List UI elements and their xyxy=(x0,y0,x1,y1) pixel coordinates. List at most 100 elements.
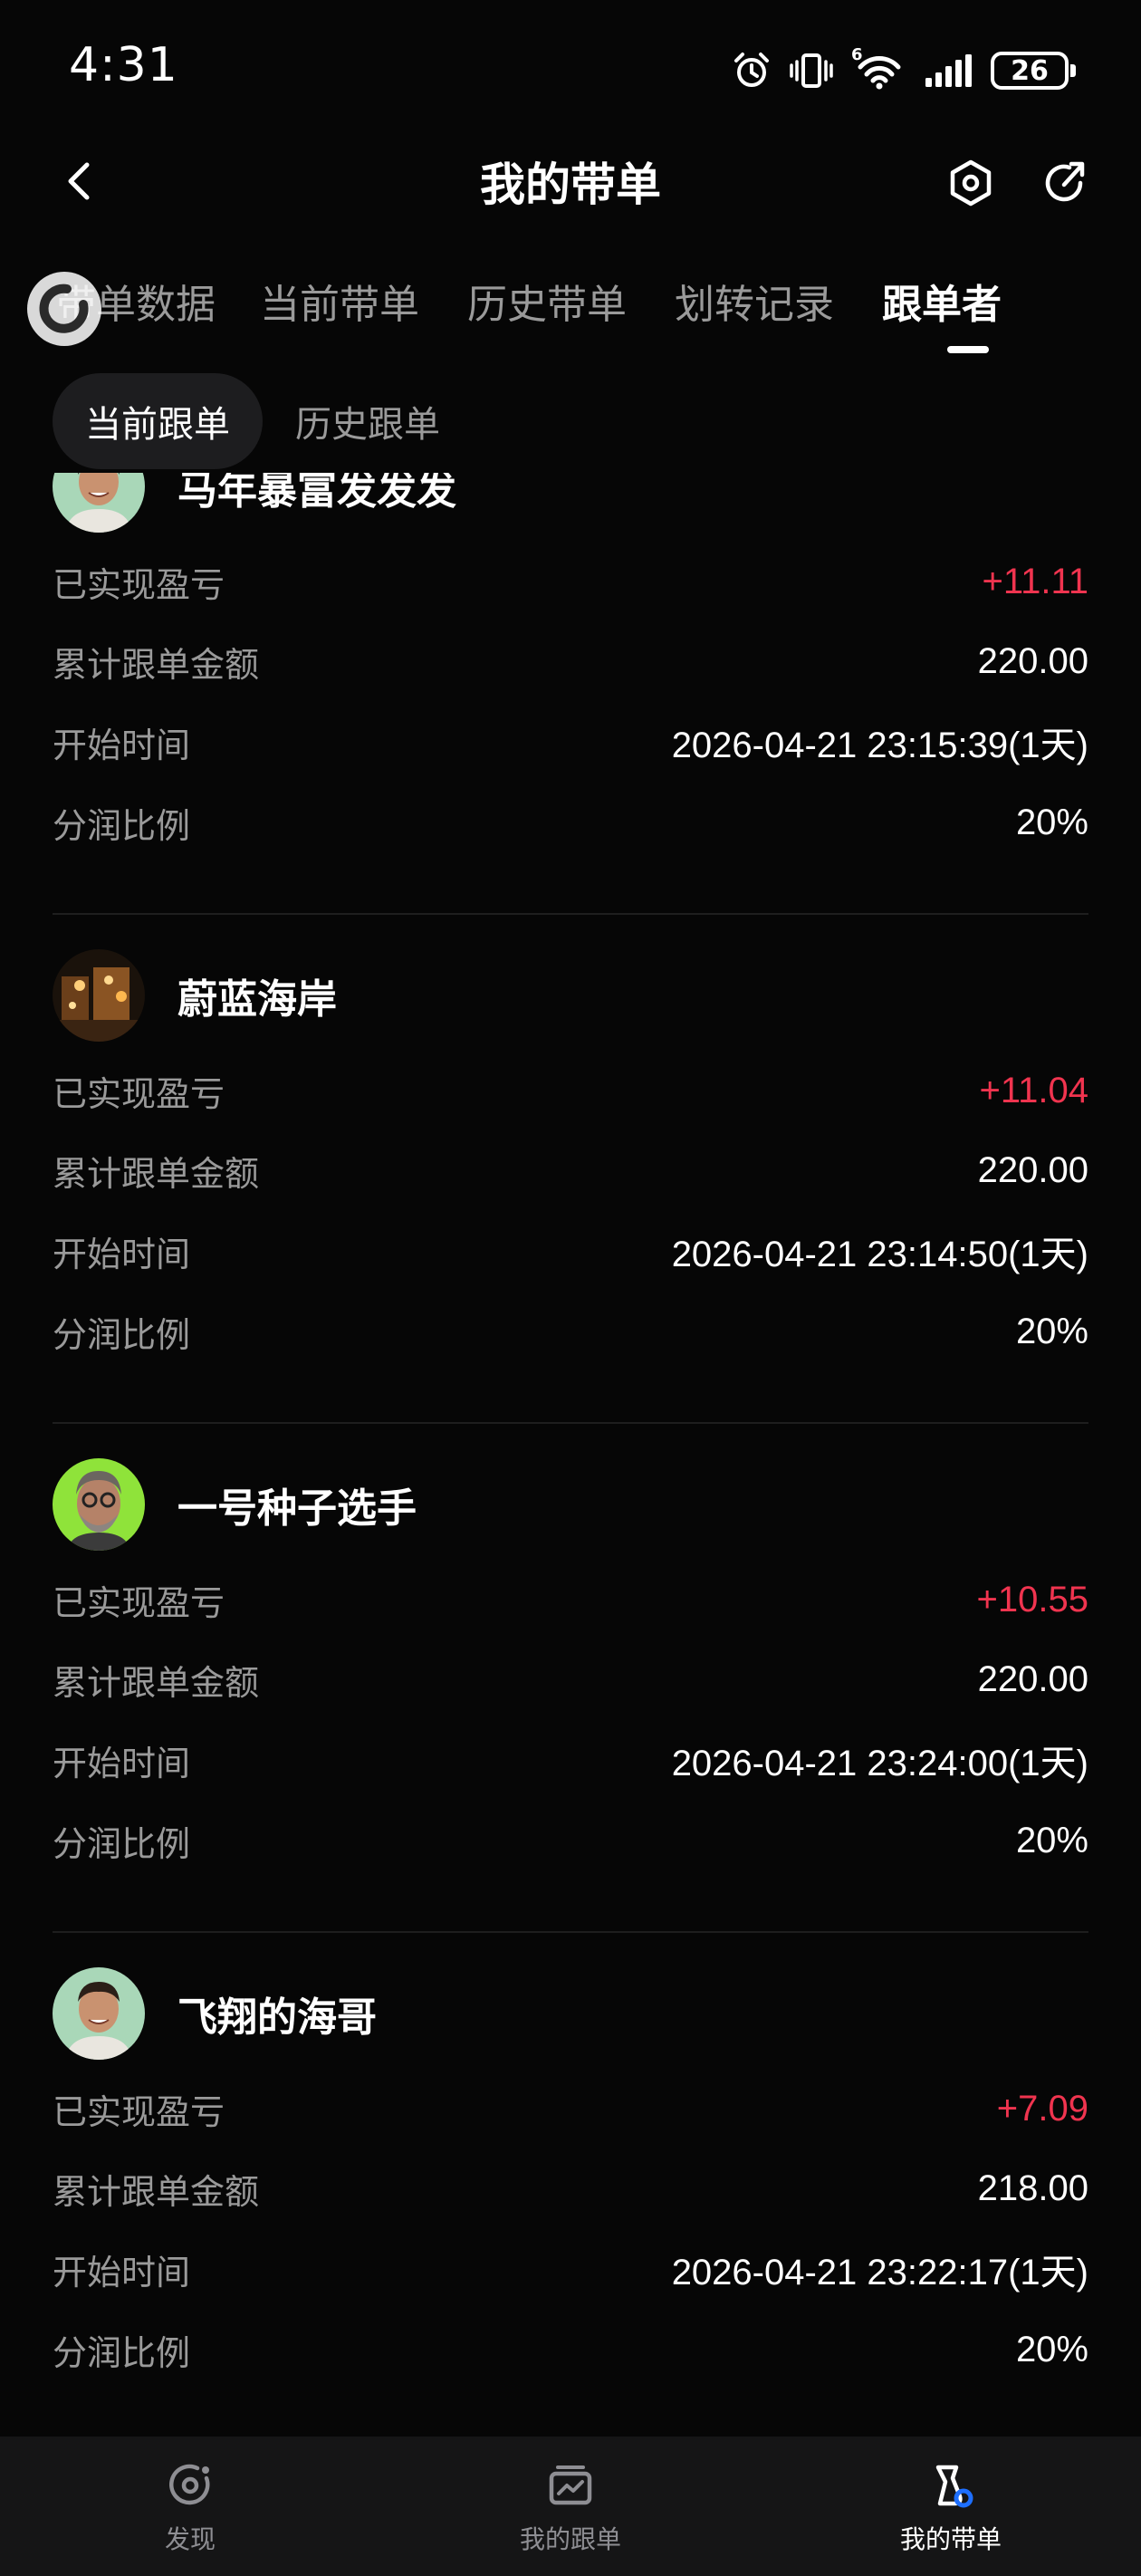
discover-icon xyxy=(169,2464,210,2505)
follower-avatar xyxy=(53,473,145,533)
start-time-label: 开始时间 xyxy=(53,1743,191,1783)
bottom-nav-label: 我的带单 xyxy=(899,2524,1002,2554)
follower-name: 一号种子选手 xyxy=(177,1485,417,1532)
tab-history-leads[interactable]: 历史带单 xyxy=(467,272,627,330)
realized-pnl-row: 已实现盈亏 +11.11 xyxy=(53,554,1088,609)
header-bar: 我的带单 xyxy=(0,136,1141,226)
follower-name: 蔚蓝海岸 xyxy=(177,976,337,1023)
share-ratio-label: 分润比例 xyxy=(53,1823,191,1864)
total-amount-row: 累计跟单金额 220.00 xyxy=(53,1652,1088,1706)
start-time-value: 2026-04-21 23:24:00(1天) xyxy=(671,1744,1088,1783)
tab-transfer-records[interactable]: 划转记录 xyxy=(675,272,834,330)
bottom-nav-label: 发现 xyxy=(164,2524,216,2554)
realized-pnl-row: 已实现盈亏 +7.09 xyxy=(53,2081,1088,2136)
tab-current-leads[interactable]: 当前带单 xyxy=(260,272,419,330)
total-amount-label: 累计跟单金额 xyxy=(53,2171,260,2212)
follower-header: 马年暴富发发发 xyxy=(53,473,1088,533)
loading-icon xyxy=(39,284,89,333)
share-ratio-value: 20% xyxy=(1015,1311,1088,1351)
alarm-icon xyxy=(734,53,769,87)
start-time-row: 开始时间 2026-04-21 23:15:39(1天) xyxy=(53,715,1088,769)
card-divider xyxy=(53,1931,1088,1933)
follower-avatar xyxy=(53,949,145,1042)
hexagon-settings-icon xyxy=(950,159,992,207)
loading-spinner xyxy=(27,272,101,346)
lead-trade-icon xyxy=(935,2465,973,2508)
share-ratio-label: 分润比例 xyxy=(53,1314,191,1355)
start-time-value: 2026-04-21 23:15:39(1天) xyxy=(671,726,1088,765)
share-ratio-value: 20% xyxy=(1015,2329,1088,2369)
status-icons: 6 26 xyxy=(732,43,1076,98)
total-amount-value: 220.00 xyxy=(977,1149,1088,1190)
total-amount-value: 218.00 xyxy=(977,2167,1088,2208)
realized-pnl-value: +10.55 xyxy=(976,1579,1088,1620)
realized-pnl-value: +7.09 xyxy=(996,2088,1088,2129)
battery-indicator: 26 xyxy=(991,52,1076,90)
card-divider xyxy=(53,913,1088,915)
total-amount-value: 220.00 xyxy=(977,640,1088,681)
vibrate-icon xyxy=(790,53,833,88)
sub-tabs: 当前跟单 历史跟单 xyxy=(53,373,473,469)
bottom-nav-my-following[interactable]: 我的跟单 xyxy=(480,2460,661,2556)
realized-pnl-label: 已实现盈亏 xyxy=(53,1582,225,1623)
follower-avatar xyxy=(53,1967,145,2060)
start-time-row: 开始时间 2026-04-21 23:24:00(1天) xyxy=(53,1733,1088,1787)
start-time-row: 开始时间 2026-04-21 23:22:17(1天) xyxy=(53,2242,1088,2296)
total-amount-label: 累计跟单金额 xyxy=(53,1153,260,1194)
share-ratio-value: 20% xyxy=(1015,1820,1088,1860)
share-ratio-value: 20% xyxy=(1015,802,1088,842)
status-bar: 4:31 6 26 xyxy=(0,0,1141,136)
realized-pnl-value: +11.11 xyxy=(982,561,1088,601)
share-ratio-label: 分润比例 xyxy=(53,805,191,846)
realized-pnl-label: 已实现盈亏 xyxy=(53,564,225,605)
network-generation: 6 xyxy=(851,45,863,64)
bottom-nav-my-leads[interactable]: 我的带单 xyxy=(860,2460,1041,2556)
bottom-nav-discover[interactable]: 发现 xyxy=(100,2460,281,2556)
share-button[interactable] xyxy=(1037,156,1091,210)
card-divider xyxy=(53,1422,1088,1424)
start-time-label: 开始时间 xyxy=(53,725,191,765)
tab-followers[interactable]: 跟单者 xyxy=(882,272,1002,330)
wifi-icon: 6 xyxy=(851,45,906,91)
realized-pnl-label: 已实现盈亏 xyxy=(53,1073,225,1114)
realized-pnl-label: 已实现盈亏 xyxy=(53,2091,225,2132)
realized-pnl-value: +11.04 xyxy=(979,1070,1089,1110)
battery-level: 26 xyxy=(1011,54,1049,87)
follower-list[interactable]: 马年暴富发发发 已实现盈亏 +11.11 累计跟单金额 220.00 开始时间 … xyxy=(0,473,1141,2437)
start-time-label: 开始时间 xyxy=(53,1234,191,1274)
total-amount-label: 累计跟单金额 xyxy=(53,644,260,685)
subtab-current-following[interactable]: 当前跟单 xyxy=(53,373,263,469)
realized-pnl-row: 已实现盈亏 +10.55 xyxy=(53,1572,1088,1627)
total-amount-row: 累计跟单金额 218.00 xyxy=(53,2161,1088,2216)
share-icon xyxy=(1045,161,1085,202)
top-tabs: 带单数据 当前带单 历史带单 划转记录 跟单者 xyxy=(0,263,1141,362)
follow-chart-icon xyxy=(549,2465,592,2505)
start-time-value: 2026-04-21 23:14:50(1天) xyxy=(671,1235,1088,1274)
bottom-nav-label: 我的跟单 xyxy=(519,2524,621,2554)
share-ratio-row: 分润比例 20% xyxy=(53,1304,1088,1359)
share-ratio-label: 分润比例 xyxy=(53,2332,191,2373)
settings-button[interactable] xyxy=(944,156,998,210)
start-time-value: 2026-04-21 23:22:17(1天) xyxy=(671,2253,1088,2292)
follower-name: 飞翔的海哥 xyxy=(177,1994,377,2041)
signal-icon xyxy=(925,54,972,87)
total-amount-row: 累计跟单金额 220.00 xyxy=(53,634,1088,688)
bottom-nav: 发现 我的跟单 我的带单 xyxy=(0,2437,1141,2576)
total-amount-value: 220.00 xyxy=(977,1658,1088,1699)
share-ratio-row: 分润比例 20% xyxy=(53,1813,1088,1868)
follower-name: 马年暴富发发发 xyxy=(177,473,456,514)
follower-header: 飞翔的海哥 xyxy=(53,1967,1088,2060)
follower-header: 一号种子选手 xyxy=(53,1458,1088,1551)
follower-avatar xyxy=(53,1458,145,1551)
subtab-history-following[interactable]: 历史跟单 xyxy=(263,373,473,469)
follower-header: 蔚蓝海岸 xyxy=(53,949,1088,1042)
status-time: 4:31 xyxy=(69,38,178,92)
start-time-label: 开始时间 xyxy=(53,2252,191,2292)
share-ratio-row: 分润比例 20% xyxy=(53,795,1088,850)
start-time-row: 开始时间 2026-04-21 23:14:50(1天) xyxy=(53,1224,1088,1278)
total-amount-label: 累计跟单金额 xyxy=(53,1662,260,1703)
realized-pnl-row: 已实现盈亏 +11.04 xyxy=(53,1063,1088,1118)
total-amount-row: 累计跟单金额 220.00 xyxy=(53,1143,1088,1197)
share-ratio-row: 分润比例 20% xyxy=(53,2322,1088,2377)
active-tab-indicator xyxy=(947,346,989,353)
